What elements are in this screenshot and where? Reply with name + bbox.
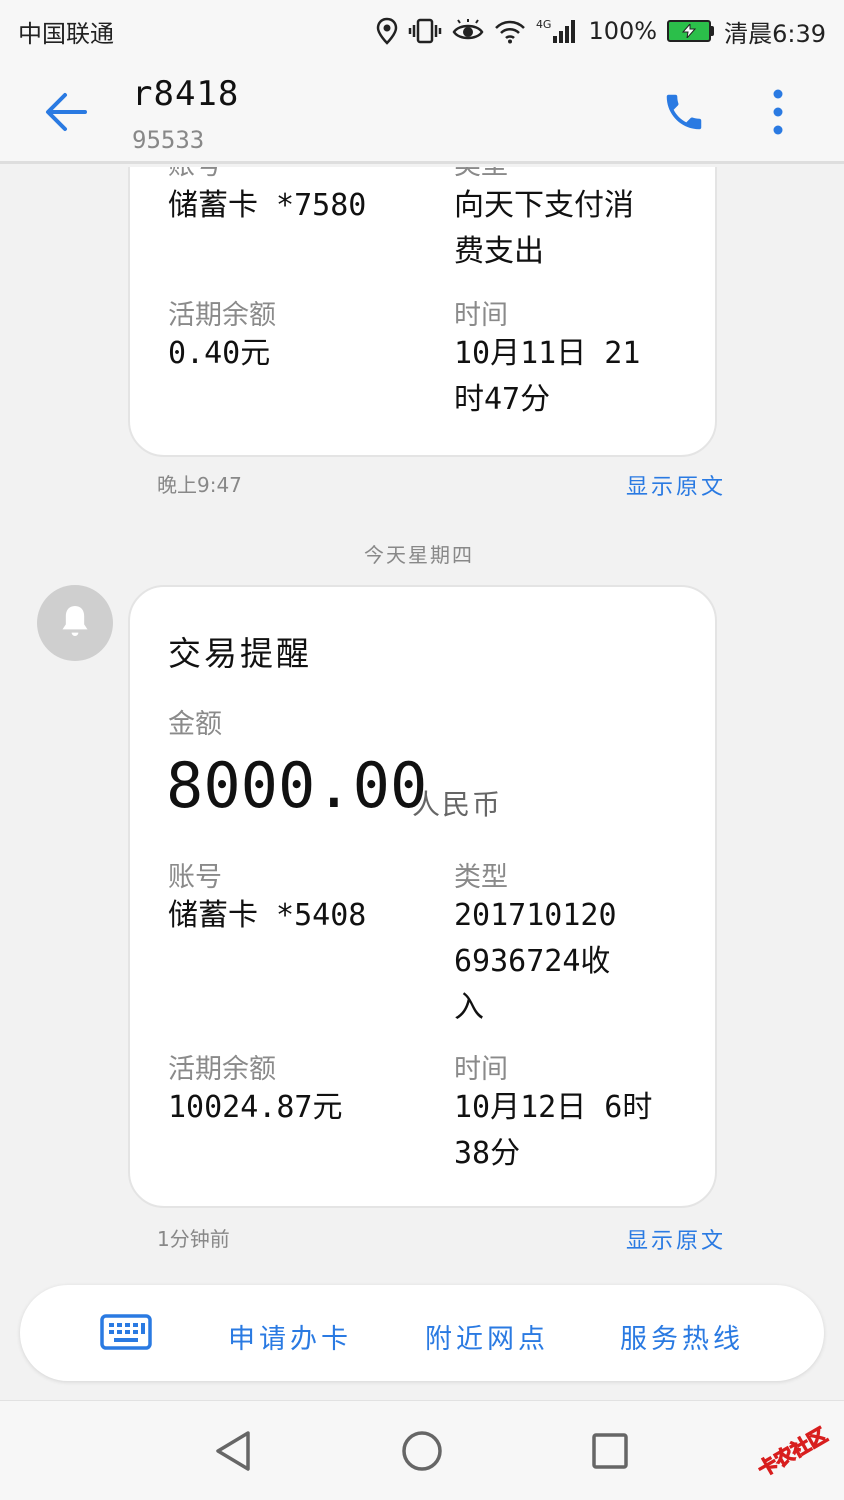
wifi-icon <box>494 18 526 44</box>
show-original-link[interactable]: 显示原文 <box>626 1223 726 1255</box>
sender-avatar[interactable] <box>37 585 113 661</box>
type-label: 类型 <box>454 167 508 182</box>
type-value-line3: 入 <box>454 990 484 1025</box>
time-value-line2: 38分 <box>454 1136 521 1171</box>
eye-comfort-icon <box>452 18 484 44</box>
show-original-link[interactable]: 显示原文 <box>626 469 726 501</box>
call-button[interactable] <box>656 86 712 142</box>
battery-icon <box>667 20 715 42</box>
status-bar: 中国联通 4G 100% 清晨6:39 <box>0 0 844 62</box>
service-hotline-menu[interactable]: 服务热线 <box>620 1317 744 1356</box>
date-divider: 今天星期四 <box>364 543 474 567</box>
time-value-line1: 10月12日 6时 <box>454 1090 653 1125</box>
nav-recents-button[interactable] <box>586 1427 634 1475</box>
card-title: 交易提醒 <box>168 634 312 673</box>
phone-icon <box>661 89 707 139</box>
quick-menu-bar: 申请办卡 附近网点 服务热线 <box>20 1285 824 1381</box>
nav-home-button[interactable] <box>398 1427 446 1475</box>
apply-card-menu[interactable]: 申请办卡 <box>228 1317 352 1356</box>
network-badge: 4G <box>535 18 552 31</box>
watermark-text: 卡农社区 <box>754 1423 831 1481</box>
account-value: 储蓄卡 *5408 <box>168 898 367 933</box>
back-button[interactable] <box>38 86 94 142</box>
nav-back-button[interactable] <box>210 1427 258 1475</box>
time-value-line1: 10月11日 21 <box>454 336 641 371</box>
conversation-header: r8418 95533 <box>0 62 844 164</box>
nav-home-icon <box>398 1431 446 1479</box>
back-arrow-icon <box>43 89 89 139</box>
type-value-line1: 向天下支付消 <box>454 188 634 223</box>
message-card[interactable]: 账号 类型 储蓄卡 *7580 向天下支付消 费支出 活期余额 时间 0.40元… <box>128 167 717 457</box>
time-label: 时间 <box>454 1054 508 1085</box>
balance-label: 活期余额 <box>168 300 276 331</box>
watermark-logo: 卡农社区 <box>740 1412 840 1488</box>
message-list[interactable]: 账号 类型 储蓄卡 *7580 向天下支付消 费支出 活期余额 时间 0.40元… <box>0 167 844 1400</box>
balance-value: 0.40元 <box>168 336 271 371</box>
time-label: 时间 <box>454 300 508 331</box>
type-value-line2: 6936724收 <box>454 944 611 979</box>
type-label: 类型 <box>454 862 508 893</box>
account-value: 储蓄卡 *7580 <box>168 188 367 223</box>
keyboard-toggle-button[interactable] <box>100 1313 152 1353</box>
amount-value: 8000.00 <box>166 749 428 822</box>
account-label: 账号 <box>168 167 222 182</box>
type-value-line1: 201710120 <box>454 898 617 933</box>
vibrate-icon <box>408 17 442 45</box>
balance-label: 活期余额 <box>168 1054 276 1085</box>
status-icons: 4G 100% 清晨6:39 <box>376 14 826 49</box>
type-value-line2: 费支出 <box>454 234 544 269</box>
keyboard-icon <box>100 1314 152 1357</box>
message-timestamp: 晚上9:47 <box>157 473 242 497</box>
nav-back-icon <box>210 1431 258 1479</box>
contact-number: 95533 <box>132 126 205 154</box>
location-icon <box>376 17 398 45</box>
transaction-card[interactable]: 交易提醒 金额 8000.00 人民币 账号 类型 储蓄卡 *5408 2017… <box>128 585 717 1208</box>
more-vertical-icon <box>772 88 784 140</box>
bell-icon <box>55 601 95 645</box>
balance-value: 10024.87元 <box>168 1090 343 1125</box>
account-label: 账号 <box>168 862 222 893</box>
time-value-line2: 时47分 <box>454 382 551 417</box>
message-timestamp: 1分钟前 <box>157 1227 230 1251</box>
status-time: 清晨6:39 <box>724 19 826 48</box>
signal-icon: 4G <box>536 18 579 44</box>
system-nav-bar <box>0 1400 844 1500</box>
contact-name: r8418 <box>132 74 240 114</box>
currency-label: 人民币 <box>412 788 503 821</box>
carrier-name: 中国联通 <box>18 19 114 48</box>
nav-recents-icon <box>586 1433 634 1479</box>
more-options-button[interactable] <box>758 86 798 142</box>
amount-label: 金额 <box>168 709 222 740</box>
nearby-branches-menu[interactable]: 附近网点 <box>425 1317 549 1356</box>
battery-percent: 100% <box>588 17 658 45</box>
